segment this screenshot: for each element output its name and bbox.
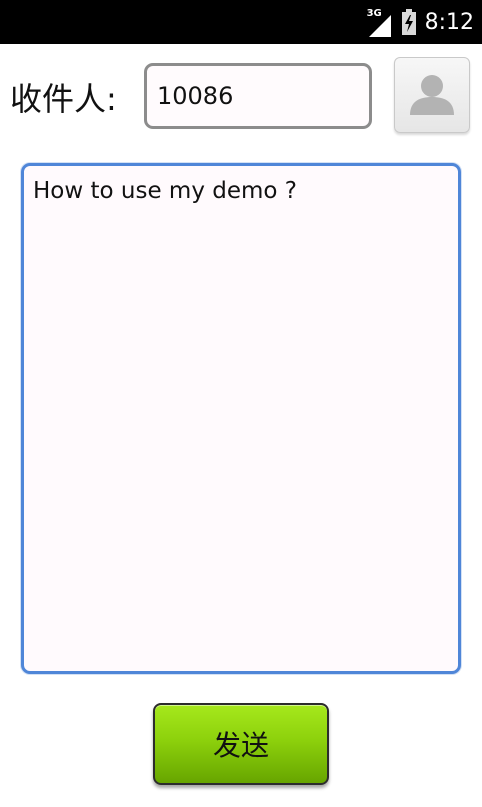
recipient-label: 收件人: bbox=[10, 80, 117, 118]
signal-bars-icon bbox=[368, 15, 391, 37]
recipient-row: 收件人: 10086 bbox=[0, 44, 482, 154]
status-time: 8:12 bbox=[424, 9, 474, 35]
send-button[interactable]: 发送 bbox=[153, 703, 329, 785]
signal-3g-icon: 3G bbox=[367, 7, 393, 37]
contact-picker-button[interactable] bbox=[394, 57, 470, 133]
status-icons: 3G 8:12 bbox=[367, 0, 474, 44]
status-bar: 3G 8:12 bbox=[0, 0, 482, 44]
recipient-input[interactable]: 10086 bbox=[144, 63, 372, 129]
person-icon bbox=[410, 75, 454, 115]
battery-icon bbox=[401, 9, 417, 35]
message-input[interactable]: How to use my demo ? bbox=[21, 163, 461, 674]
